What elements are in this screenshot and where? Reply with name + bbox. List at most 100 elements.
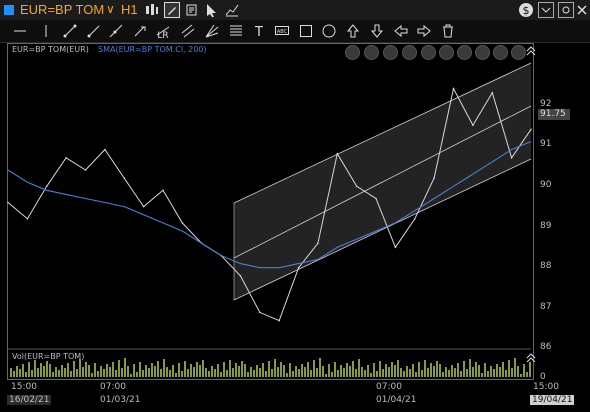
price-point	[104, 148, 106, 151]
volume-bar	[466, 369, 468, 377]
maximize-volume-icon[interactable]	[526, 352, 536, 364]
volume-bar	[331, 372, 333, 377]
volume-bar	[82, 367, 84, 377]
volume-bar	[163, 359, 165, 377]
volume-bar	[382, 369, 384, 377]
volume-bar	[256, 365, 258, 377]
volume-bar	[481, 373, 483, 377]
volume-bar	[91, 373, 93, 377]
volume-bar	[313, 360, 315, 377]
volume-bar	[127, 366, 129, 377]
volume-bar	[385, 364, 387, 377]
price-point	[336, 152, 339, 155]
volume-bar	[295, 366, 297, 377]
volume-bar	[514, 358, 516, 377]
price-chart	[7, 62, 532, 377]
volume-bar	[484, 363, 486, 377]
collapse-button[interactable]	[511, 45, 526, 60]
volume-bar	[442, 372, 444, 377]
volume-bar	[316, 368, 318, 377]
price-point	[355, 185, 358, 188]
volume-bar	[223, 362, 225, 377]
volume-bar	[307, 362, 309, 377]
x-tick-time: 07:00	[100, 382, 126, 392]
volume-bar	[16, 366, 18, 377]
y-tick: 90	[540, 180, 552, 190]
volume-bar	[70, 371, 72, 377]
scroll-back-button[interactable]	[364, 45, 379, 60]
volume-bar	[133, 364, 135, 377]
volume-bar	[148, 368, 150, 377]
price-point	[394, 246, 397, 249]
volume-bar	[436, 361, 438, 377]
x-tick-date: 01/03/21	[100, 395, 141, 405]
maximize-panel-icon[interactable]	[526, 45, 536, 57]
volume-bar	[478, 365, 480, 377]
price-point	[317, 242, 319, 245]
volume-bar	[277, 367, 279, 377]
fit-button[interactable]	[493, 45, 508, 60]
volume-bar	[31, 370, 33, 377]
volume-bar	[100, 366, 102, 377]
volume-bar	[226, 370, 228, 377]
price-point	[45, 185, 48, 188]
volume-bar	[190, 364, 192, 377]
volume-bar	[265, 371, 267, 377]
volume-bar	[166, 367, 168, 377]
volume-bar	[400, 368, 402, 377]
volume-bar	[130, 374, 132, 377]
volume-bar	[10, 368, 12, 377]
y-tick: 87	[540, 302, 552, 312]
volume-bar	[55, 367, 57, 377]
legend-instrument: EUR=BP TOM(EUR)	[12, 45, 89, 54]
price-point	[530, 128, 532, 131]
volume-bar	[364, 370, 366, 377]
volume-bar	[325, 374, 327, 377]
volume-bar	[235, 363, 237, 377]
volume-bar	[106, 364, 108, 377]
pan-button[interactable]	[475, 45, 490, 60]
scroll-forward-button[interactable]	[383, 45, 398, 60]
volume-bar	[322, 366, 324, 377]
volume-bar	[298, 369, 300, 377]
price-point	[162, 189, 164, 192]
volume-bar	[391, 362, 393, 377]
volume-bar	[406, 366, 408, 377]
volume-bar	[421, 370, 423, 377]
scroll-first-button[interactable]	[345, 45, 360, 60]
volume-bar	[334, 362, 336, 377]
volume-bar	[475, 362, 477, 377]
volume-bar	[202, 360, 204, 377]
volume-bar	[355, 369, 357, 377]
volume-bar	[403, 371, 405, 377]
zoom-out-button[interactable]	[439, 45, 454, 60]
volume-bar	[511, 368, 513, 377]
price-point	[452, 87, 455, 90]
zoom-search-button[interactable]	[457, 45, 472, 60]
volume-bar	[520, 374, 522, 377]
volume-bar	[52, 372, 54, 377]
scroll-last-button[interactable]	[402, 45, 417, 60]
volume-bar	[244, 364, 246, 377]
volume-bar	[445, 367, 447, 377]
legend-volume: Vol(EUR=BP TOM)	[12, 352, 85, 361]
volume-bar	[58, 370, 60, 377]
volume-bar	[286, 373, 288, 377]
volume-bar	[448, 370, 450, 377]
volume-bar	[37, 368, 39, 377]
price-point	[297, 266, 300, 269]
volume-bar	[469, 359, 471, 377]
x-date-start: 16/02/21	[7, 395, 52, 405]
x-tick-date: 01/04/21	[376, 395, 417, 405]
zoom-in-button[interactable]	[421, 45, 436, 60]
y-tick: 89	[540, 221, 552, 231]
volume-bar	[496, 364, 498, 377]
volume-bar	[13, 371, 15, 377]
volume-bar	[397, 360, 399, 377]
x-axis: 15:00 07:00 07:00 15:00 16/02/21 01/03/2…	[7, 379, 575, 411]
volume-bar	[262, 363, 264, 377]
volume-bar	[181, 371, 183, 377]
volume-bar	[103, 369, 105, 377]
volume-bar	[502, 362, 504, 377]
volume-bar	[415, 372, 417, 377]
